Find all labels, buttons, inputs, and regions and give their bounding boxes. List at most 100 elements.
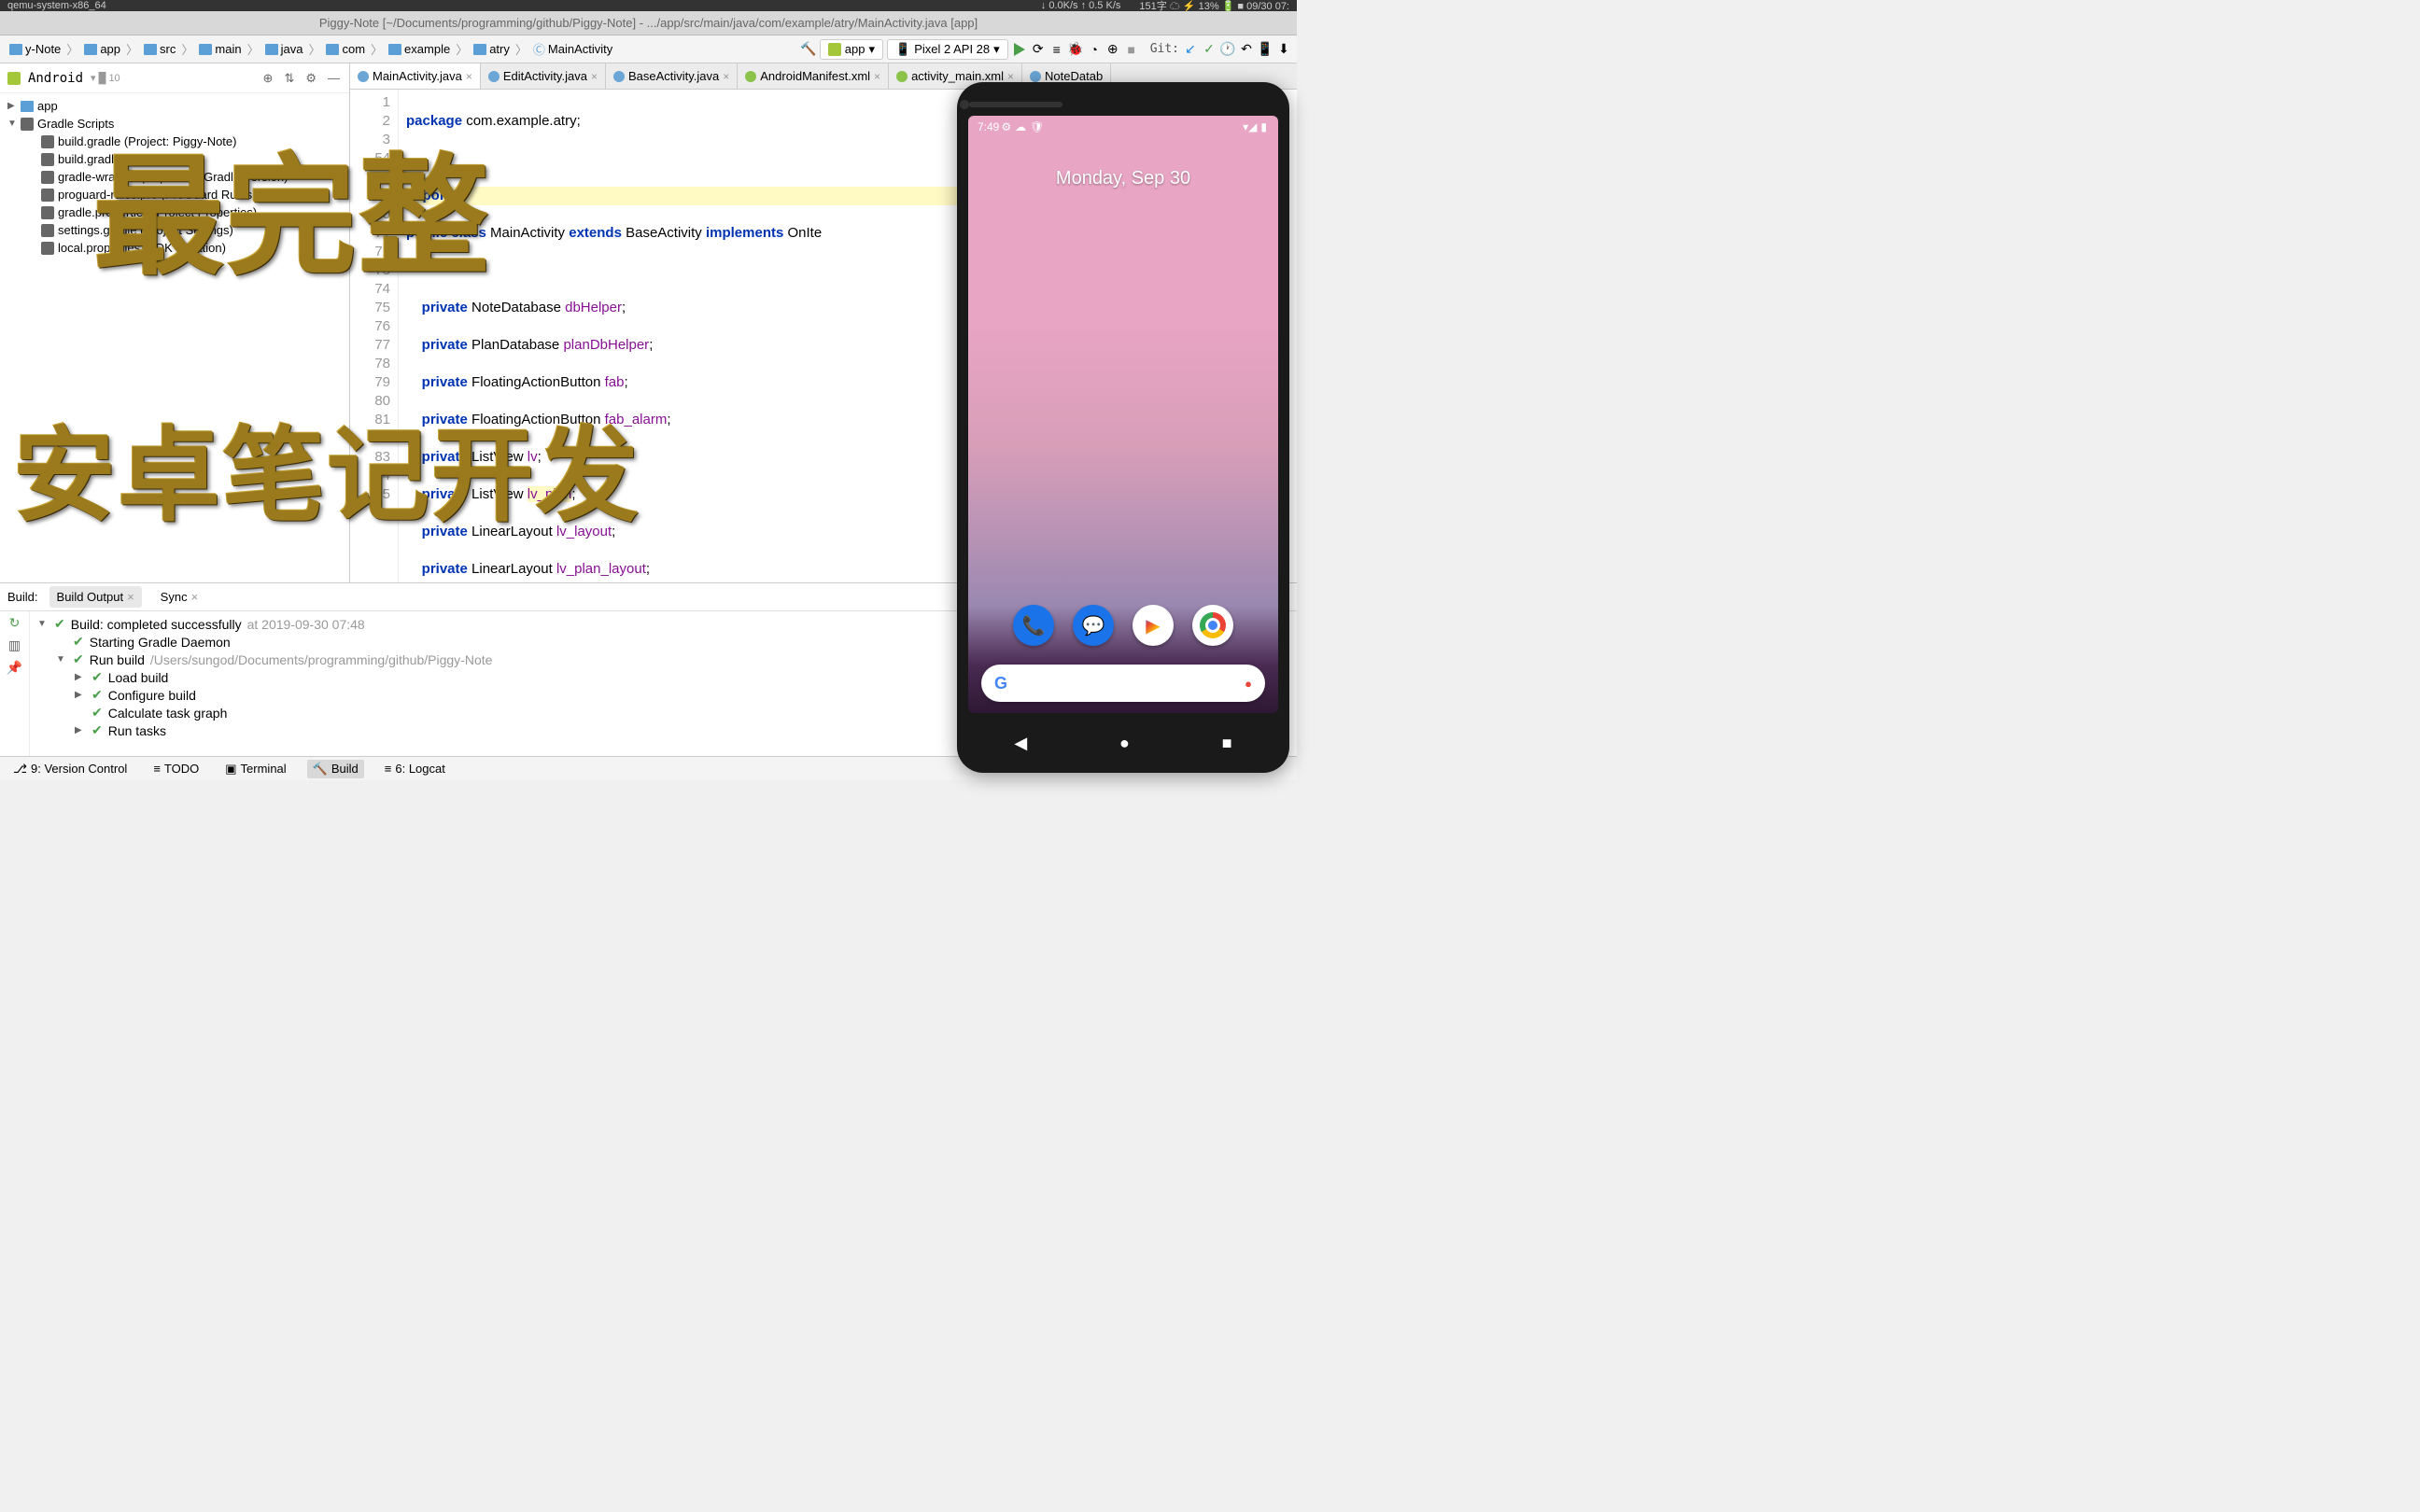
run-config-dropdown[interactable]: app ▾ [820,39,883,60]
folder-icon [265,44,278,55]
wifi-icon: ▾◢ [1243,120,1257,133]
bc-app[interactable]: app [80,40,124,58]
tab-mainactivity[interactable]: MainActivity.java× [350,63,481,89]
settings-icon[interactable]: ⚙ [303,69,318,88]
gradle-file-icon [41,153,54,166]
props-icon [41,242,54,255]
xml-icon [745,71,756,82]
bc-src[interactable]: src [140,40,179,58]
window-titlebar: Piggy-Note [~/Documents/programming/gith… [0,11,1297,35]
sidebar-title[interactable]: Android [28,71,83,86]
build-gutter: ↻ ▥ 📌 [0,611,30,756]
bc-com[interactable]: com [322,40,369,58]
todo-tab[interactable]: ≡ TODO [148,760,204,777]
filter-icon[interactable]: ▥ [7,637,22,652]
back-button[interactable]: ◀ [1014,734,1027,753]
tree-item[interactable]: proguard-rules.pro (ProGuard Rules for a… [0,186,349,203]
project-sidebar: Android ▾ █ 10 ⊕ ⇅ ⚙ — ▶app ▼Gradle Scri… [0,63,350,582]
profile-icon[interactable]: ◔ [1087,42,1102,57]
chevron-down-icon: ▾ [868,42,875,57]
run-config-label: app [845,42,865,56]
os-menubar: qemu-system-x86_64 ↓ 0.0K/s ↑ 0.5 K/s 15… [0,0,1297,11]
expand-icon[interactable]: ⇅ [282,69,296,88]
vm-title: qemu-system-x86_64 [7,0,106,11]
folder-icon [326,44,339,55]
git-update-icon[interactable]: ↙ [1183,42,1198,57]
locate-icon[interactable]: ⊕ [261,69,275,88]
java-icon [613,71,625,82]
cloud-icon: ☁ [1015,120,1026,133]
bc-atry[interactable]: atry [470,40,514,58]
hammer-icon[interactable]: 🔨 [801,42,816,57]
build-tab[interactable]: 🔨 Build [307,760,364,778]
attach-icon[interactable]: ⊕ [1105,42,1120,57]
logcat-tab[interactable]: ≡ 6: Logcat [379,760,451,777]
tree-gradle-scripts[interactable]: ▼Gradle Scripts [0,115,349,133]
line-gutter: 1235462677071727374757677787980818283848… [350,90,399,582]
vcs-tab[interactable]: ⎇ 9: Version Control [7,760,133,778]
android-icon [828,43,841,56]
close-icon[interactable]: × [723,70,729,83]
tree-item[interactable]: settings.gradle (Project Settings) [0,221,349,239]
close-icon[interactable]: × [1007,70,1014,83]
apply-code-icon[interactable]: ≡ [1049,42,1064,57]
apply-changes-icon[interactable]: ⟳ [1031,42,1046,57]
close-icon[interactable]: × [591,70,598,83]
chrome-app-icon[interactable] [1192,605,1233,646]
google-g-icon: G [994,674,1007,693]
play-store-icon[interactable]: ▶ [1133,605,1174,646]
terminal-tab[interactable]: ▣ Terminal [219,760,291,778]
build-output-tab[interactable]: Build Output× [49,586,142,608]
tab-manifest[interactable]: AndroidManifest.xml× [738,63,889,89]
chevron-down-icon: ▾ [993,42,1000,57]
bc-class[interactable]: ⒸMainActivity [529,38,616,60]
debug-button[interactable]: 🐞 [1068,42,1083,57]
folder-icon [144,44,157,55]
tree-item[interactable]: build.gradle (Project: Piggy-Note) [0,133,349,150]
messages-app-icon[interactable]: 💬 [1073,605,1114,646]
home-button[interactable]: ● [1119,734,1130,753]
run-button[interactable] [1012,42,1027,57]
stop-icon[interactable]: ■ [1124,42,1139,57]
bc-main[interactable]: main [195,40,245,58]
sdk-icon[interactable]: ⬇ [1276,42,1291,57]
home-date: Monday, Sep 30 [968,168,1278,189]
battery-icon: ▮ [1260,120,1267,133]
tree-item[interactable]: gradle.properties (Project Properties) [0,203,349,221]
recents-button[interactable]: ■ [1222,734,1232,753]
close-icon[interactable]: × [466,70,472,83]
xml-icon [896,71,908,82]
pin-icon[interactable]: 📌 [7,660,22,675]
mic-icon[interactable]: ● [1245,677,1252,691]
tab-editactivity[interactable]: EditActivity.java× [481,63,606,89]
folder-icon [84,44,97,55]
google-search-bar[interactable]: G ● [981,665,1265,702]
phone-app-icon[interactable]: 📞 [1013,605,1054,646]
tree-item[interactable]: gradle-wrapper.properties (Gradle Versio… [0,168,349,186]
breadcrumb: y-Note〉 app〉 src〉 main〉 java〉 com〉 examp… [6,38,616,60]
hide-icon[interactable]: — [326,69,342,87]
props-icon [41,171,54,184]
tree-item[interactable]: build.gradle (Module: app) [0,150,349,168]
emulator-window[interactable]: 7:49 ⚙ ☁ 🛡 ▾◢ ▮ Monday, Sep 30 📞 💬 ▶ G ●… [957,82,1289,773]
bc-java[interactable]: java [261,40,307,58]
tab-baseactivity[interactable]: BaseActivity.java× [606,63,738,89]
gear-icon: ⚙ [1001,120,1011,133]
git-commit-icon[interactable]: ✓ [1202,42,1217,57]
bc-root[interactable]: y-Note [6,40,64,58]
tree-app[interactable]: ▶app [0,97,349,115]
git-history-icon[interactable]: 🕐 [1220,42,1235,57]
bc-example[interactable]: example [385,40,454,58]
git-revert-icon[interactable]: ↶ [1239,42,1254,57]
net-stats: ↓ 0.0K/s ↑ 0.5 K/s [1041,0,1121,11]
sync-tab[interactable]: Sync× [153,586,206,608]
dock: 📞 💬 ▶ [968,605,1278,646]
close-icon[interactable]: × [874,70,880,83]
main-toolbar: y-Note〉 app〉 src〉 main〉 java〉 com〉 examp… [0,35,1297,63]
tree-item[interactable]: local.properties (SDK Location) [0,239,349,257]
emulator-screen[interactable]: 7:49 ⚙ ☁ 🛡 ▾◢ ▮ Monday, Sep 30 📞 💬 ▶ G ● [968,116,1278,713]
rerun-icon[interactable]: ↻ [7,615,22,630]
avd-icon[interactable]: 📱 [1258,42,1273,57]
phone-notch [968,93,1278,116]
device-dropdown[interactable]: 📱 Pixel 2 API 28 ▾ [887,39,1008,60]
